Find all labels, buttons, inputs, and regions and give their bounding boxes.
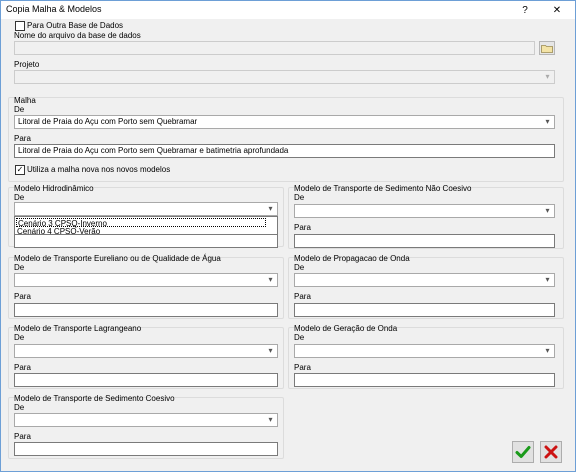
geracao-group-label: Modelo de Geração de Onda	[294, 324, 398, 333]
geracao-para-label: Para	[294, 363, 311, 372]
check-icon	[515, 446, 531, 458]
folder-icon	[541, 44, 553, 53]
chevron-down-icon: ▾	[264, 345, 277, 357]
propagacao-de-dropdown[interactable]: ▾	[294, 273, 555, 287]
sed-nao-coesivo-de-dropdown[interactable]: ▾	[294, 204, 555, 218]
database-file-field[interactable]	[14, 41, 535, 55]
use-new-mesh-label: Utiliza a malha nova nos novos modelos	[27, 165, 171, 174]
window-title: Copia Malha & Modelos	[6, 4, 102, 14]
list-item[interactable]: Cenário 3 CPSQ-Inverno	[16, 218, 266, 228]
sed-nao-coesivo-para-label: Para	[294, 223, 311, 232]
chevron-down-icon: ▾	[541, 345, 554, 357]
malha-para-field[interactable]: Litoral de Praia do Açu com Porto sem Qu…	[14, 144, 555, 158]
lagrangeano-de-dropdown[interactable]: ▾	[14, 344, 278, 358]
propagacao-group-label: Modelo de Propagacao de Onda	[294, 254, 410, 263]
lagrangeano-para-label: Para	[14, 363, 31, 372]
sed-coesivo-de-label: De	[14, 403, 25, 412]
project-label: Projeto	[14, 60, 40, 69]
sed-nao-coesivo-de-label: De	[294, 193, 305, 202]
sed-nao-coesivo-group-label: Modelo de Transporte de Sedimento Não Co…	[294, 184, 472, 193]
project-dropdown[interactable]: ▾	[14, 70, 555, 84]
geracao-de-dropdown[interactable]: ▾	[294, 344, 555, 358]
sed-coesivo-para-label: Para	[14, 432, 31, 441]
ok-button[interactable]	[512, 441, 534, 463]
close-button[interactable]: ✕	[543, 1, 571, 19]
propagacao-para-label: Para	[294, 292, 311, 301]
other-database-checkbox[interactable]	[15, 21, 25, 31]
geracao-para-field[interactable]	[294, 373, 555, 387]
euleriano-de-label: De	[14, 263, 25, 272]
chevron-down-icon: ▾	[541, 116, 554, 128]
x-icon	[544, 445, 558, 459]
chevron-down-icon: ▾	[264, 414, 277, 426]
sed-nao-coesivo-para-field[interactable]	[294, 234, 555, 248]
other-database-label: Para Outra Base de Dados	[27, 21, 124, 30]
cancel-button[interactable]	[540, 441, 562, 463]
sed-coesivo-group-label: Modelo de Transporte de Sedimento Coesiv…	[14, 394, 175, 403]
geracao-de-label: De	[294, 333, 305, 342]
chevron-down-icon: ▾	[541, 274, 554, 286]
propagacao-para-field[interactable]	[294, 303, 555, 317]
database-file-label: Nome do arquivo da base de dados	[14, 31, 141, 40]
malha-para-label: Para	[14, 134, 31, 143]
title-bar: Copia Malha & Modelos ? ✕	[1, 1, 575, 19]
help-button[interactable]: ?	[511, 1, 539, 19]
dialog-window: Copia Malha & Modelos ? ✕ Para Outra Bas…	[0, 0, 576, 472]
chevron-down-icon: ▾	[541, 205, 554, 217]
lagrangeano-para-field[interactable]	[14, 373, 278, 387]
sed-coesivo-de-dropdown[interactable]: ▾	[14, 413, 278, 427]
hidro-para-field[interactable]	[14, 234, 278, 248]
hidro-group-label: Modelo Hidrodinâmico	[14, 184, 94, 193]
euleriano-para-label: Para	[14, 292, 31, 301]
euleriano-group-label: Modelo de Transporte Eureliano ou de Qua…	[14, 254, 221, 263]
malha-de-dropdown[interactable]: Litoral de Praia do Açu com Porto sem Qu…	[14, 115, 555, 129]
euleriano-de-dropdown[interactable]: ▾	[14, 273, 278, 287]
malha-de-value: Litoral de Praia do Açu com Porto sem Qu…	[18, 117, 198, 126]
euleriano-para-field[interactable]	[14, 303, 278, 317]
hidro-de-dropdown[interactable]: ▾	[14, 202, 278, 216]
lagrangeano-group-label: Modelo de Transporte Lagrangeano	[14, 324, 142, 333]
chevron-down-icon: ▾	[264, 274, 277, 286]
sed-coesivo-para-field[interactable]	[14, 442, 278, 456]
lagrangeano-de-label: De	[14, 333, 25, 342]
browse-button[interactable]	[539, 41, 555, 55]
chevron-down-icon: ▾	[541, 71, 554, 83]
chevron-down-icon: ▾	[264, 203, 277, 215]
use-new-mesh-checkbox[interactable]: ✓	[15, 165, 25, 175]
malha-de-label: De	[14, 105, 25, 114]
propagacao-de-label: De	[294, 263, 305, 272]
